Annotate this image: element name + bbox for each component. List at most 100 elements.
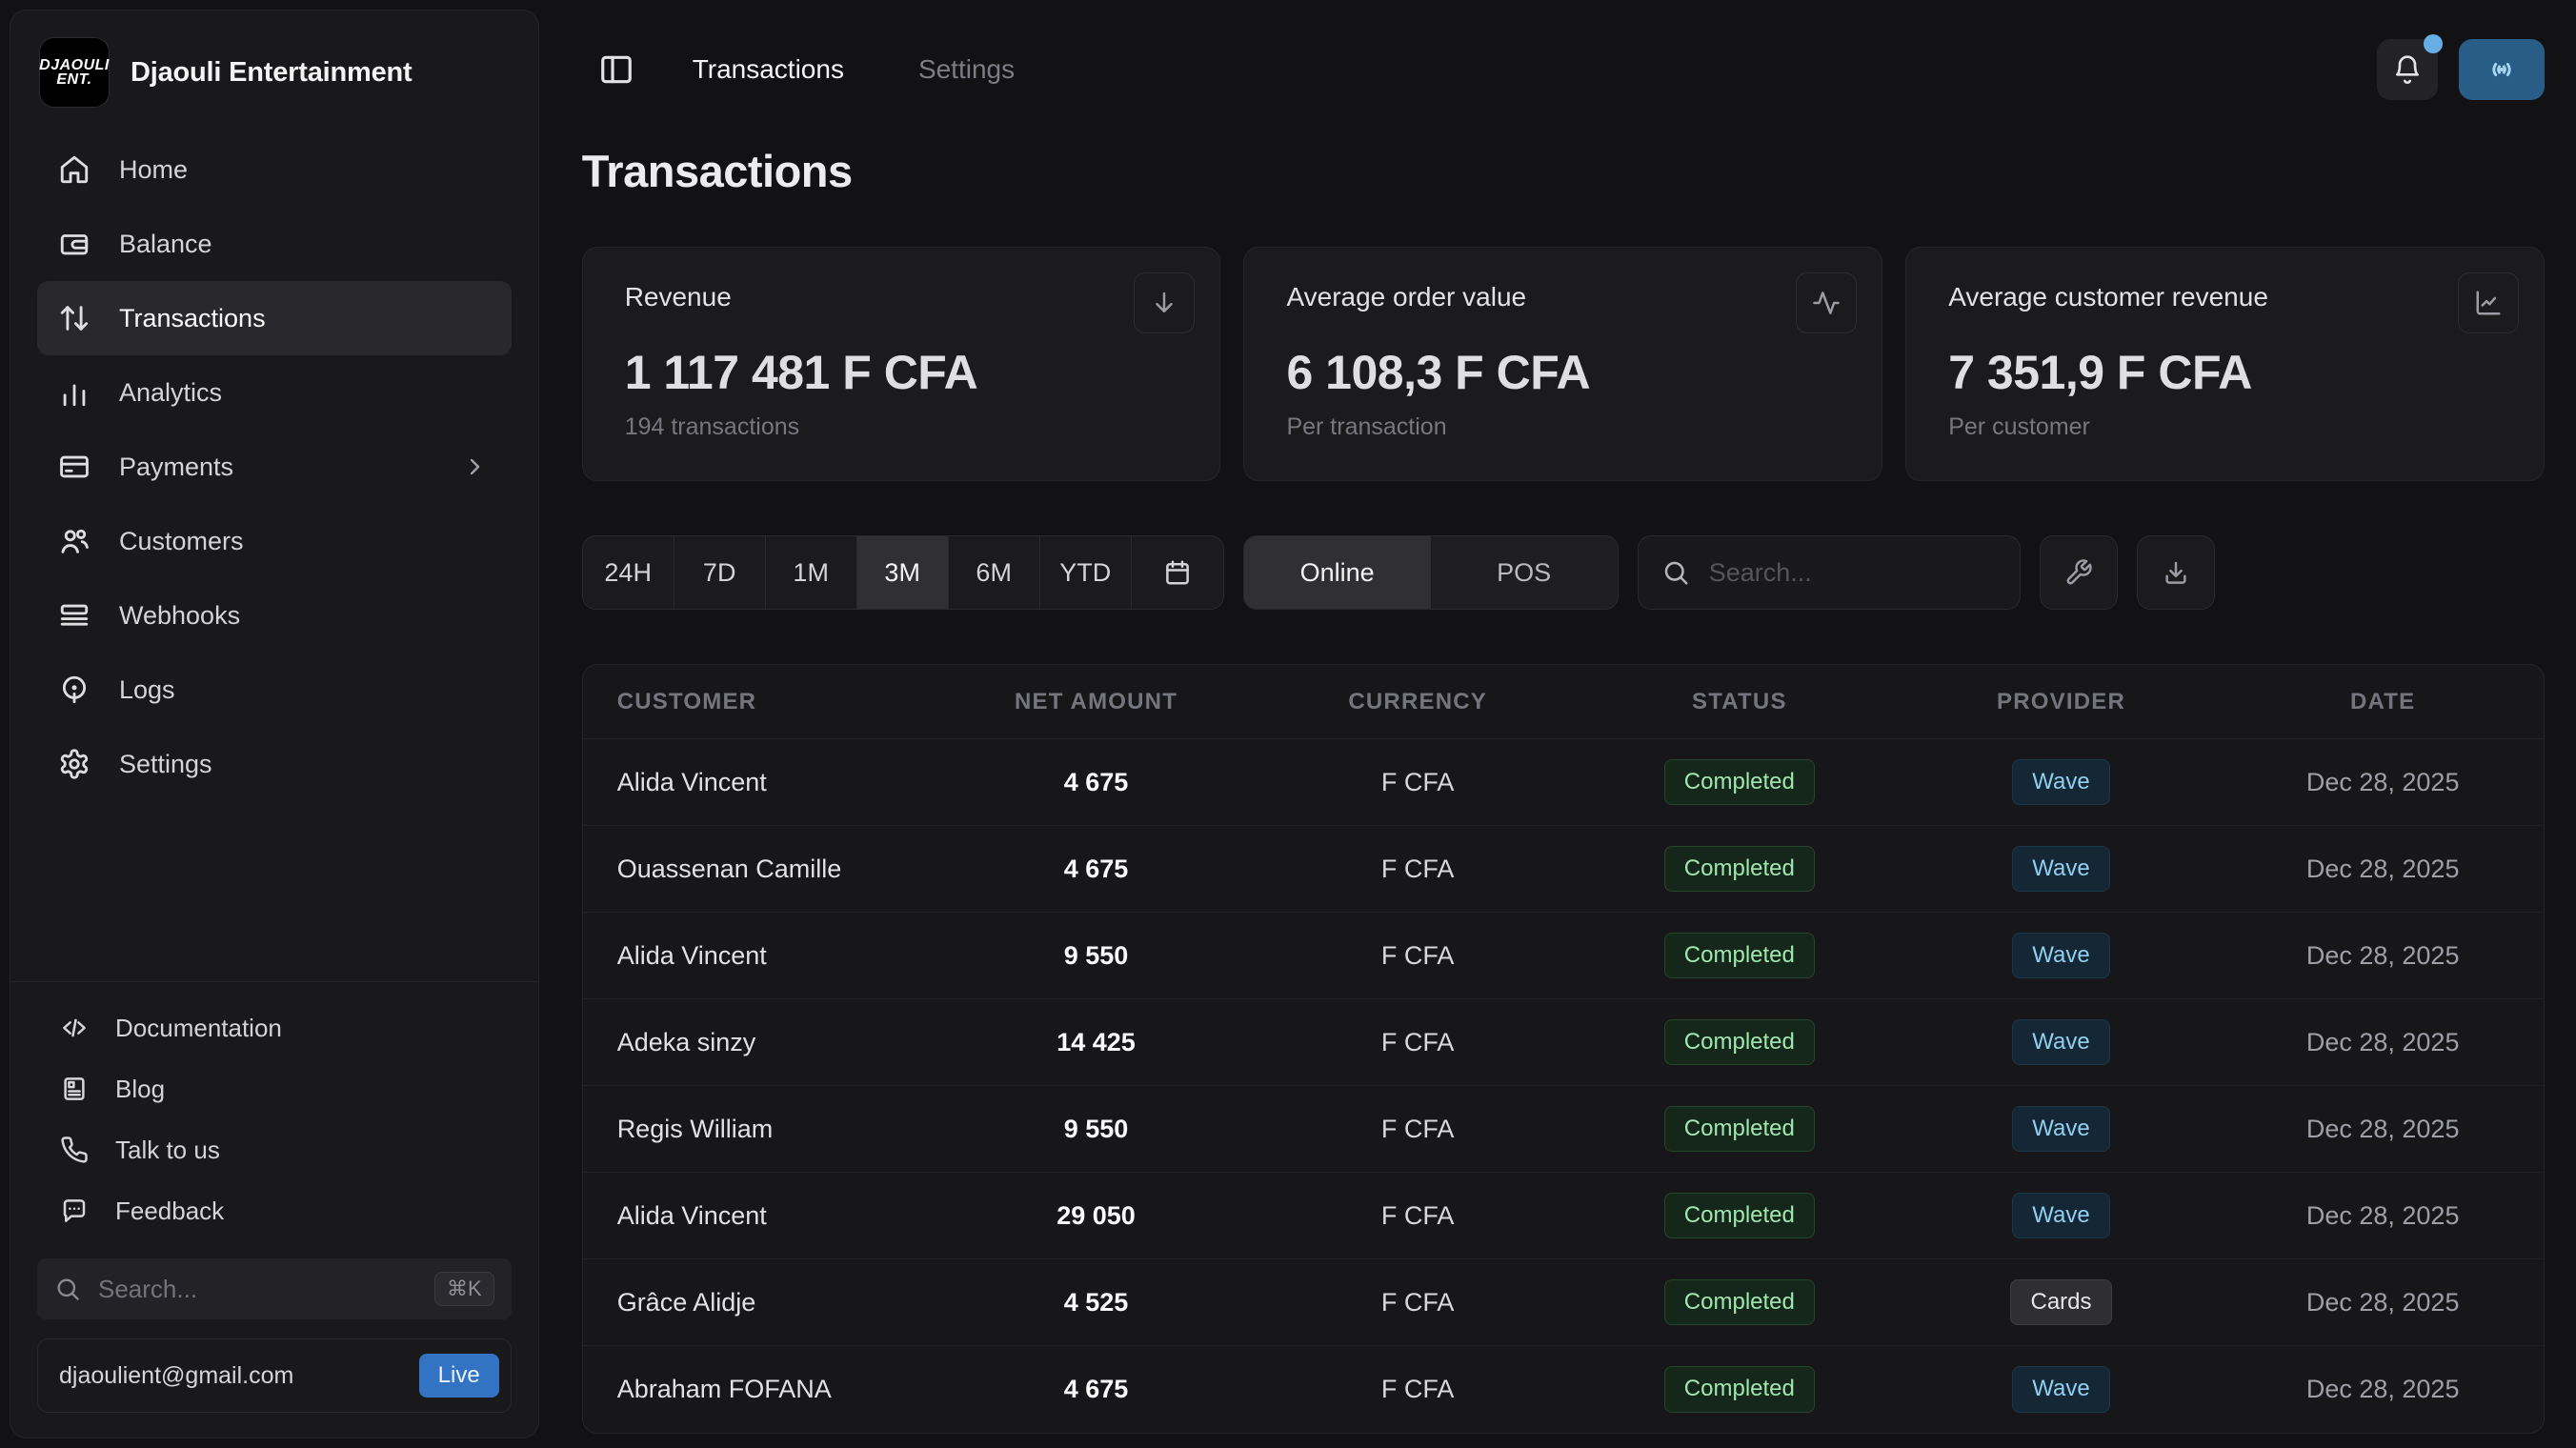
sidebar-spacer: [10, 801, 538, 981]
sidebar-item-label: Blog: [115, 1075, 165, 1104]
sidebar-item-home[interactable]: Home: [37, 132, 512, 207]
column-header-currency: CURRENCY: [1257, 689, 1579, 715]
sidebar-search[interactable]: ⌘K: [37, 1258, 512, 1319]
sidebar-item-label: Webhooks: [119, 601, 240, 631]
cell-date: Dec 28, 2025: [2222, 1115, 2544, 1144]
bar-chart-icon: [58, 376, 91, 409]
stat-card-action-button[interactable]: [1796, 272, 1857, 333]
sidebar-item-transactions[interactable]: Transactions: [37, 281, 512, 355]
transactions-search[interactable]: [1638, 535, 2021, 610]
sidebar-item-settings[interactable]: Settings: [37, 727, 512, 801]
stat-card-action-button[interactable]: [1134, 272, 1195, 333]
table-row[interactable]: Adeka sinzy 14 425 F CFA Completed Wave …: [583, 999, 2544, 1086]
table-row[interactable]: Alida Vincent 9 550 F CFA Completed Wave…: [583, 913, 2544, 999]
table-row[interactable]: Alida Vincent 4 675 F CFA Completed Wave…: [583, 739, 2544, 826]
sidebar-item-blog[interactable]: Blog: [37, 1058, 512, 1119]
table-row[interactable]: Grâce Alidje 4 525 F CFA Completed Cards…: [583, 1259, 2544, 1346]
sidebar-item-analytics[interactable]: Analytics: [37, 355, 512, 430]
chat-bubble-icon: [60, 1197, 89, 1225]
stat-card-average-order-value: Average order value 6 108,3 F CFA Per tr…: [1243, 247, 1882, 481]
users-icon: [58, 525, 91, 557]
range-24h[interactable]: 24H: [583, 536, 674, 609]
table-row[interactable]: Alida Vincent 29 050 F CFA Completed Wav…: [583, 1173, 2544, 1259]
status-badge: Completed: [1664, 933, 1815, 979]
cell-net-amount: 4 525: [936, 1288, 1258, 1317]
range-3m[interactable]: 3M: [857, 536, 949, 609]
sidebar-item-label: Balance: [119, 230, 212, 259]
filter-bar: 24H 7D 1M 3M 6M YTD Online POS: [582, 535, 2545, 610]
cell-net-amount: 29 050: [936, 1201, 1258, 1231]
line-chart-icon: [2474, 289, 2503, 317]
sidebar-item-logs[interactable]: Logs: [37, 653, 512, 727]
stat-value: 6 108,3 F CFA: [1286, 345, 1840, 400]
notifications-button[interactable]: [2377, 39, 2438, 100]
custom-date-range-button[interactable]: [1132, 536, 1223, 609]
stat-card-action-button[interactable]: [2458, 272, 2519, 333]
channel-online[interactable]: Online: [1244, 536, 1431, 609]
sidebar-search-input[interactable]: [96, 1274, 419, 1305]
cell-customer: Ouassenan Camille: [583, 855, 936, 884]
settings-tool-button[interactable]: [2040, 535, 2118, 610]
cell-net-amount: 4 675: [936, 768, 1258, 797]
sidebar: DJAOULI ENT. Djaouli Entertainment Home …: [10, 10, 539, 1438]
tab-transactions[interactable]: Transactions: [693, 54, 844, 85]
search-icon: [54, 1276, 81, 1302]
live-mode-button[interactable]: [2459, 39, 2545, 100]
calendar-icon: [1163, 558, 1192, 587]
account-email: djaoulient@gmail.com: [59, 1362, 293, 1390]
live-badge[interactable]: Live: [419, 1354, 499, 1398]
status-badge: Completed: [1664, 1019, 1815, 1066]
sidebar-item-talk-to-us[interactable]: Talk to us: [37, 1119, 512, 1180]
column-header-status: STATUS: [1579, 689, 1901, 715]
sidebar-item-webhooks[interactable]: Webhooks: [37, 578, 512, 653]
sidebar-item-label: Payments: [119, 452, 233, 482]
wallet-icon: [58, 228, 91, 260]
range-6m[interactable]: 6M: [949, 536, 1040, 609]
stat-subtitle: Per transaction: [1286, 413, 1840, 441]
transactions-search-input[interactable]: [1707, 557, 1997, 589]
table-row[interactable]: Regis William 9 550 F CFA Completed Wave…: [583, 1086, 2544, 1173]
provider-badge: Wave: [2012, 846, 2109, 893]
sidebar-toggle-button[interactable]: [595, 49, 637, 90]
sidebar-item-balance[interactable]: Balance: [37, 207, 512, 281]
code-icon: [60, 1014, 89, 1042]
table-row[interactable]: Ouassenan Camille 4 675 F CFA Completed …: [583, 826, 2544, 913]
account-switcher[interactable]: djaoulient@gmail.com Live: [37, 1338, 512, 1413]
export-button[interactable]: [2137, 535, 2215, 610]
phone-icon: [60, 1136, 89, 1164]
topbar: Transactions Settings: [582, 38, 2545, 101]
radio-icon: [58, 674, 91, 706]
status-badge: Completed: [1664, 1366, 1815, 1413]
status-badge: Completed: [1664, 846, 1815, 893]
channel-pos[interactable]: POS: [1431, 536, 1618, 609]
sidebar-item-customers[interactable]: Customers: [37, 504, 512, 578]
sidebar-item-feedback[interactable]: Feedback: [37, 1180, 512, 1241]
date-range-segmented-control: 24H 7D 1M 3M 6M YTD: [582, 535, 1224, 610]
table-row[interactable]: Abraham FOFANA 4 675 F CFA Completed Wav…: [583, 1346, 2544, 1433]
panel-left-icon: [598, 51, 634, 88]
cell-currency: F CFA: [1257, 768, 1579, 797]
status-badge: Completed: [1664, 759, 1815, 806]
cell-date: Dec 28, 2025: [2222, 1201, 2544, 1231]
provider-badge: Wave: [2012, 1366, 2109, 1413]
range-7d[interactable]: 7D: [674, 536, 766, 609]
cell-date: Dec 28, 2025: [2222, 1288, 2544, 1317]
bell-icon: [2392, 54, 2423, 85]
sidebar-item-documentation[interactable]: Documentation: [37, 997, 512, 1058]
stat-label: Average order value: [1286, 282, 1840, 312]
sidebar-item-label: Talk to us: [115, 1136, 220, 1165]
provider-badge: Wave: [2012, 1019, 2109, 1066]
arrow-down-icon: [1150, 289, 1178, 317]
page-title: Transactions: [582, 145, 2545, 197]
range-ytd[interactable]: YTD: [1040, 536, 1132, 609]
transactions-table: CUSTOMER NET AMOUNT CURRENCY STATUS PROV…: [582, 664, 2545, 1434]
cell-currency: F CFA: [1257, 1201, 1579, 1231]
provider-badge: Wave: [2012, 1106, 2109, 1153]
tab-settings[interactable]: Settings: [918, 54, 1015, 85]
broadcast-icon: [2485, 53, 2518, 86]
sidebar-item-payments[interactable]: Payments: [37, 430, 512, 504]
cell-customer: Alida Vincent: [583, 768, 936, 797]
cell-currency: F CFA: [1257, 941, 1579, 971]
range-1m[interactable]: 1M: [766, 536, 857, 609]
article-icon: [60, 1075, 89, 1103]
